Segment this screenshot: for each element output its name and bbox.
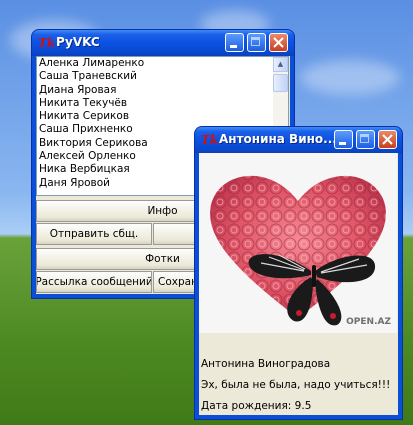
mailing-button[interactable]: Рассылка сообщений [36, 271, 152, 293]
close-icon [382, 134, 393, 145]
profile-name: Антонина Виноградова [201, 358, 331, 370]
minimize-icon [339, 142, 346, 145]
list-item[interactable]: Саша Траневский [37, 70, 288, 83]
scroll-thumb[interactable] [273, 74, 288, 92]
close-button[interactable] [269, 33, 288, 52]
tk-icon: Tk [38, 36, 56, 50]
maximize-icon [360, 134, 369, 143]
maximize-button[interactable] [247, 33, 266, 52]
photo-watermark: OPEN.AZ [346, 317, 391, 327]
profile-photo: OPEN.AZ [199, 153, 397, 333]
close-icon [273, 37, 284, 48]
profile-window-title: Антонина Вино... [219, 132, 337, 146]
profile-window-client: OPEN.AZ Антонина Виноградова Эх, была не… [199, 153, 398, 415]
minimize-button[interactable] [225, 33, 244, 52]
list-item[interactable]: Никита Текучёв [37, 97, 288, 110]
list-item[interactable]: Диана Яровая [37, 84, 288, 97]
profile-birthday: Дата рождения: 9.5 [201, 400, 312, 412]
send-message-button[interactable]: Отправить сбщ. [36, 223, 152, 245]
list-item[interactable]: Никита Сериков [37, 110, 288, 123]
maximize-button[interactable] [356, 130, 375, 149]
profile-window: Tk Антонина Вино... OPEN.AZ Антонина Вин… [195, 127, 402, 419]
maximize-icon [251, 37, 260, 46]
window-title: PyVKC [56, 35, 100, 49]
tk-icon: Tk [201, 133, 219, 147]
minimize-icon [230, 45, 237, 48]
minimize-button[interactable] [334, 130, 353, 149]
close-button[interactable] [378, 130, 397, 149]
profile-window-titlebar[interactable]: Tk Антонина Вино... [195, 127, 402, 153]
main-window-titlebar[interactable]: Tk PyVKC [32, 30, 294, 56]
scroll-up-button[interactable]: ▲ [273, 57, 288, 72]
profile-status: Эх, была не была, надо учиться!!! [201, 379, 391, 391]
list-item[interactable]: Аленка Лимаренко [37, 57, 288, 70]
